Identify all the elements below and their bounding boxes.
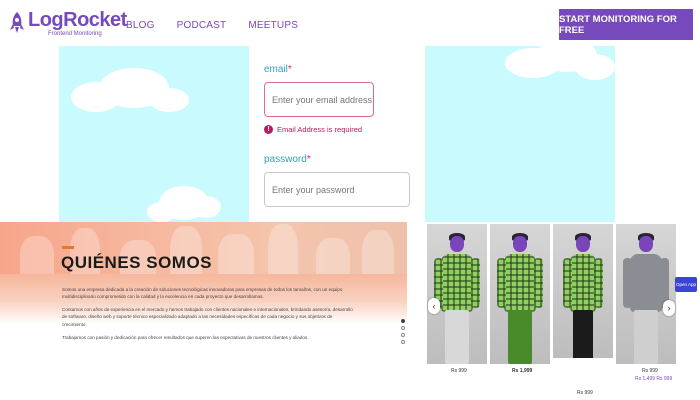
email-field[interactable]: Enter your email address bbox=[264, 82, 374, 117]
about-title: QUIÉNES SOMOS bbox=[61, 253, 213, 272]
product-price: Rs 1,999 bbox=[512, 368, 533, 374]
email-label: email* bbox=[264, 64, 292, 75]
nav-podcast[interactable]: PODCAST bbox=[177, 20, 227, 31]
cloud bbox=[191, 196, 221, 218]
sky-panel-right bbox=[425, 44, 615, 222]
cloud bbox=[147, 202, 177, 222]
product-price-sub: Rs 1,499 Rs 999 bbox=[635, 376, 673, 382]
slider-dots bbox=[401, 319, 405, 344]
about-section: QUIÉNES SOMOS Somos una empresa dedicada… bbox=[0, 222, 407, 400]
cloud bbox=[71, 82, 121, 112]
title-accent bbox=[62, 246, 74, 249]
slider-dot[interactable] bbox=[401, 326, 405, 330]
product-price: Rs 999 bbox=[577, 390, 593, 396]
product-card[interactable] bbox=[490, 224, 550, 364]
error-icon: ! bbox=[264, 125, 273, 134]
sky-panel-left bbox=[59, 44, 249, 222]
main-nav: BLOG PODCAST MEETUPS bbox=[126, 20, 298, 31]
rocket-icon bbox=[10, 12, 24, 33]
password-field[interactable]: Enter your password bbox=[264, 172, 410, 207]
nav-meetups[interactable]: MEETUPS bbox=[248, 20, 298, 31]
about-paragraph: Somos una empresa dedicada a la creación… bbox=[62, 287, 343, 300]
product-card[interactable] bbox=[616, 224, 676, 364]
slider-dot[interactable] bbox=[401, 333, 405, 337]
email-error: ! Email Address is required bbox=[264, 125, 362, 134]
product-price: Rs 999 bbox=[642, 368, 658, 374]
logo-text: LogRocket bbox=[28, 9, 127, 31]
email-error-text: Email Address is required bbox=[277, 125, 363, 134]
open-app-chip[interactable]: Open App bbox=[675, 277, 697, 292]
carousel-next-icon[interactable]: › bbox=[663, 300, 675, 316]
logo-subtitle: Frontend Monitoring bbox=[48, 31, 102, 37]
page: email* Enter your email address ! Email … bbox=[0, 0, 700, 400]
nav-blog[interactable]: BLOG bbox=[126, 20, 155, 31]
cloud bbox=[149, 88, 189, 112]
team-photo bbox=[0, 222, 407, 282]
slider-dot[interactable] bbox=[401, 340, 405, 344]
carousel-prev-icon[interactable]: ‹ bbox=[428, 298, 440, 314]
login-form: email* Enter your email address ! Email … bbox=[250, 30, 425, 222]
product-card[interactable] bbox=[553, 224, 613, 358]
header: LogRocket Frontend Monitoring BLOG PODCA… bbox=[0, 0, 700, 46]
product-price: Rs 999 bbox=[451, 368, 467, 374]
product-carousel: Rs 999 Rs 1,999 Rs 999 Rs 999 Rs 1,499 R… bbox=[407, 222, 700, 400]
product-card[interactable] bbox=[427, 224, 487, 364]
cloud bbox=[575, 54, 615, 80]
about-paragraph: Contamos con años de experiencia en el m… bbox=[62, 307, 353, 327]
logo[interactable]: LogRocket Frontend Monitoring bbox=[8, 8, 127, 38]
about-paragraph: Trabajamos con pasión y dedicación para … bbox=[62, 335, 309, 340]
slider-dot[interactable] bbox=[401, 319, 405, 323]
password-label: password* bbox=[264, 154, 311, 165]
start-monitoring-button[interactable]: START MONITORING FOR FREE bbox=[559, 9, 693, 40]
